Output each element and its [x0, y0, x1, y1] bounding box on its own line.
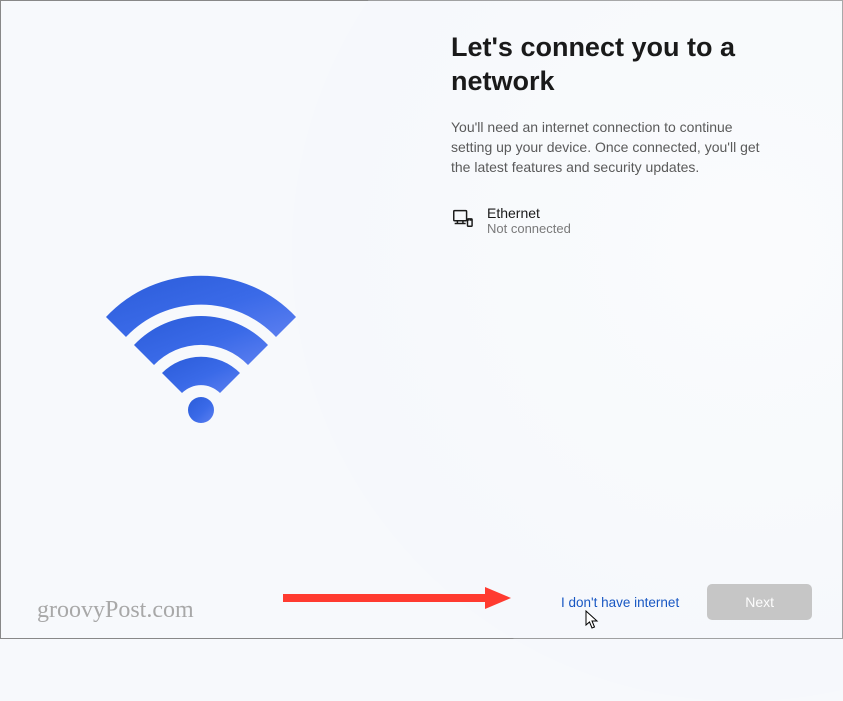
next-button[interactable]: Next [707, 584, 812, 620]
illustration-panel [1, 1, 401, 638]
annotation-arrow-icon [279, 585, 511, 616]
network-info: Ethernet Not connected [487, 205, 571, 236]
cursor-pointer-icon [585, 610, 599, 630]
page-title: Let's connect you to a network [451, 31, 782, 99]
main-panel: Let's connect you to a network You'll ne… [401, 1, 842, 638]
skip-internet-link[interactable]: I don't have internet [561, 595, 679, 610]
content-area: Let's connect you to a network You'll ne… [1, 1, 842, 638]
network-item-ethernet[interactable]: Ethernet Not connected [451, 201, 782, 240]
network-name: Ethernet [487, 205, 571, 221]
ethernet-icon [451, 207, 473, 229]
watermark-text: groovyPost.com [37, 597, 194, 624]
network-status: Not connected [487, 221, 571, 236]
page-description: You'll need an internet connection to co… [451, 117, 761, 178]
wifi-icon [96, 262, 306, 437]
